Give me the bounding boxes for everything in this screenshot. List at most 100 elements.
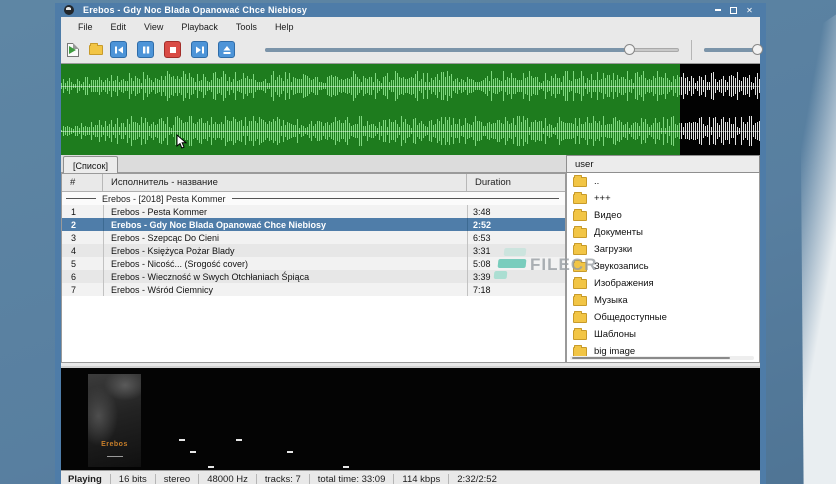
track-row[interactable]: 7 Erebos - Wśród Ciemnicy 7:18 [62,283,565,296]
track-number: 4 [71,245,77,256]
add-file-button[interactable] [64,41,81,58]
folder-item[interactable]: Загрузки [567,241,759,258]
track-row[interactable]: 1 Erebos - Pesta Kommer 3:48 [62,205,565,218]
album-group-label: Erebos - [2018] Pesta Kommer [102,193,226,204]
spectrum-peak [190,451,196,453]
folder-icon [573,259,587,272]
column-header-number[interactable]: # [62,174,103,191]
spectrum-peak [236,439,242,441]
file-browser-header[interactable]: user [566,155,760,173]
spectrum-peak [287,451,293,453]
titlebar[interactable]: Erebos - Gdy Noc Blada Opanować Chce Nie… [55,3,766,17]
column-header-duration[interactable]: Duration [467,174,565,191]
seek-slider[interactable] [265,41,679,58]
waveform-remaining-region [680,64,760,155]
close-button[interactable]: ✕ [745,6,754,15]
folder-item[interactable]: +++ [567,190,759,207]
track-row[interactable]: 6 Erebos - Wieczność w Swych Otchłaniach… [62,270,565,283]
previous-icon [114,46,123,53]
folder-name: Видео [594,210,622,221]
folder-name: Музыка [594,295,628,306]
playlist-panel: [Список] # Исполнитель - название Durati… [61,155,566,363]
menu-playback[interactable]: Playback [172,20,227,34]
folder-name: Общедоступные [594,312,667,323]
track-row[interactable]: 5 Erebos - Nicość... (Srogość cover) 5:0… [62,257,565,270]
seek-fill [265,48,630,52]
track-title: Erebos - Księżyca Pożar Blady [103,244,467,257]
track-duration: 2:52 [467,218,565,231]
maximize-button[interactable] [729,6,738,15]
app-window: Erebos - Gdy Noc Blada Opanować Chce Nie… [55,3,766,484]
file-browser-horizontal-scrollbar[interactable] [570,356,754,360]
folder-item[interactable]: Видео [567,207,759,224]
seek-handle[interactable] [624,44,636,55]
folder-icon [573,174,587,187]
track-row[interactable]: 3 Erebos - Szepcąc Do Cieni 6:53 [62,231,565,244]
menu-view[interactable]: View [135,20,172,34]
album-cover-subtitle-line [106,456,123,457]
track-row[interactable]: 2 Erebos - Gdy Noc Blada Opanować Chce N… [62,218,565,231]
album-cover-title: Erebos [101,441,128,448]
folder-icon [573,310,587,323]
menu-tools[interactable]: Tools [227,20,266,34]
column-header-artist-title[interactable]: Исполнитель - название [103,174,467,191]
stop-button[interactable] [164,41,181,58]
folder-icon [573,276,587,289]
eject-button[interactable] [218,41,235,58]
playlist-tabbar: [Список] [61,155,566,174]
file-browser-list: .. +++ Видео Документы Загрузки Звукозап… [566,173,760,363]
statusbar: Playing 16 bits stereo 48000 Hz tracks: 7 tot… [61,470,760,484]
track-duration: 3:48 [467,205,565,218]
folder-item[interactable]: Общедоступные [567,309,759,326]
album-group-row: Erebos - [2018] Pesta Kommer [62,192,565,205]
status-item: 2:32/2:52 [457,473,497,484]
add-folder-button[interactable] [87,41,104,58]
folder-icon [573,208,587,221]
pause-button[interactable] [137,41,154,58]
status-item: 114 kbps [402,473,441,484]
track-duration: 3:39 [467,270,565,283]
folder-item[interactable]: Изображения [567,275,759,292]
status-item: 48000 Hz [207,473,248,484]
previous-track-button[interactable] [110,41,127,58]
menu-file[interactable]: File [69,20,102,34]
track-number: 2 [71,219,77,230]
folder-item[interactable]: Музыка [567,292,759,309]
folder-item[interactable]: Шаблоны [567,326,759,343]
track-title: Erebos - Pesta Kommer [103,205,467,218]
folder-name: Звукозапись [594,261,649,272]
cover-art-panel: Erebos [61,366,760,471]
folder-name: +++ [594,193,611,204]
app-icon [64,5,74,15]
minimize-button[interactable] [713,6,722,15]
folder-icon [573,344,587,357]
volume-fill [704,48,758,52]
volume-handle[interactable] [751,44,763,55]
toolbar-separator [691,39,692,60]
track-row[interactable]: 4 Erebos - Księżyca Pożar Blady 3:31 [62,244,565,257]
menu-edit[interactable]: Edit [102,20,136,34]
album-cover: Erebos [88,374,141,467]
status-item: total time: 33:09 [317,473,386,484]
status-item: Playing [68,473,102,484]
waveform-display[interactable] [61,63,760,155]
playlist-tab[interactable]: [Список] [63,156,118,174]
track-number: 7 [71,284,77,295]
track-title: Erebos - Wieczność w Swych Otchłaniach Ś… [103,270,467,283]
next-track-button[interactable] [191,41,208,58]
track-duration: 7:18 [467,283,565,296]
folder-name: .. [594,176,600,187]
status-item: 16 bits [118,473,147,484]
scrollbar-thumb[interactable] [572,357,730,359]
status-item: stereo [163,473,191,484]
track-duration: 5:08 [467,257,565,270]
folder-item[interactable]: .. [567,173,759,190]
track-number: 6 [71,271,77,282]
track-list: 1 Erebos - Pesta Kommer 3:48 2 Erebos - … [62,205,565,296]
folder-item[interactable]: Звукозапись [567,258,759,275]
folder-item[interactable]: Документы [567,224,759,241]
volume-slider[interactable] [704,41,763,58]
menu-help[interactable]: Help [266,20,303,34]
track-duration: 3:31 [467,244,565,257]
playlist-table: # Исполнитель - название Duration Erebos… [61,173,566,363]
